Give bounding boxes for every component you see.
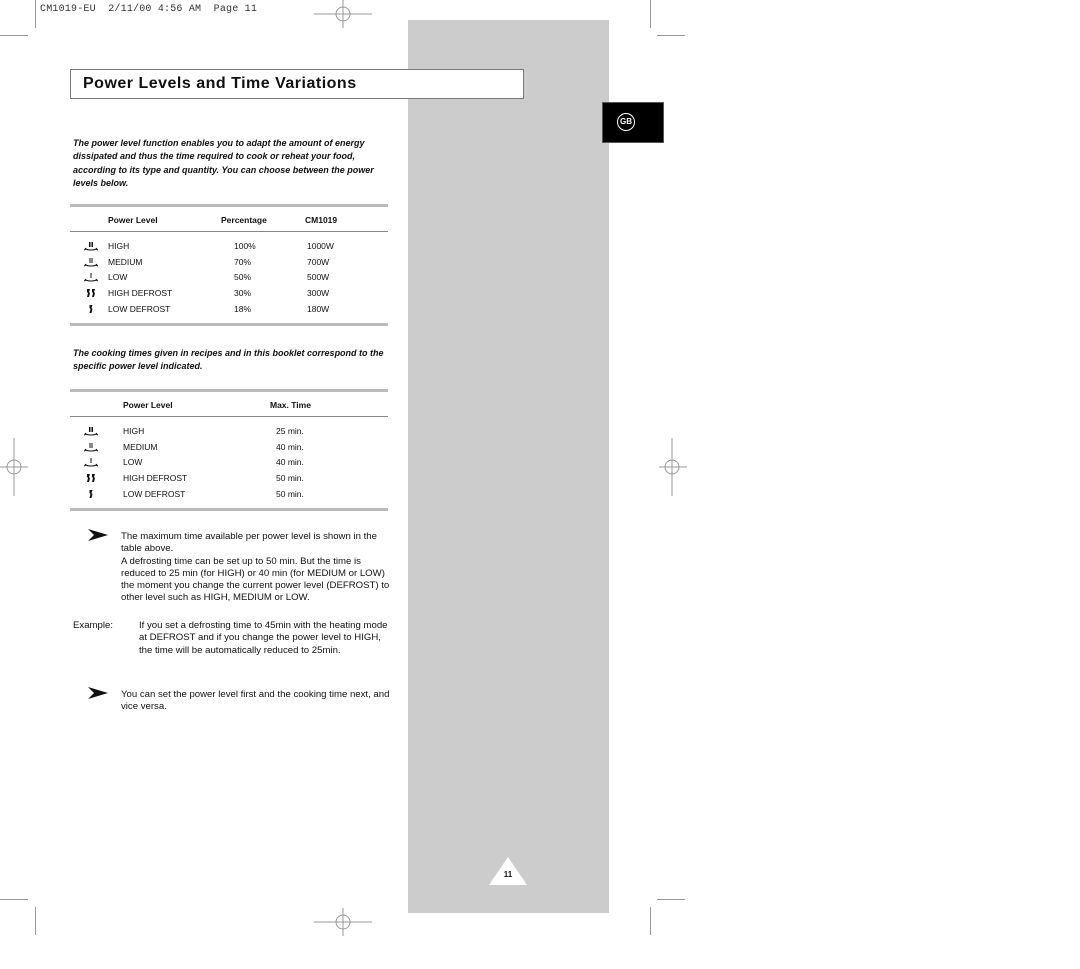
cell-watts: 1000W [307,241,334,251]
cell-max-time: 40 min. [276,457,304,468]
cell-power-level: MEDIUM [123,441,158,452]
crop-mark [650,0,651,28]
page-title: Power Levels and Time Variations [83,75,357,92]
example: Example: If you set a defrosting time to… [73,620,393,657]
table-row: LOW DEFROST 50 min. [70,487,388,503]
power-level-table: Power Level Percentage CM1019 HIGH 100% 10… [70,204,388,327]
high-defrost-icon [87,474,95,483]
cell-power-level: LOW DEFROST [108,303,171,314]
cell-percentage: 100% [234,241,256,251]
cell-power-level: HIGH DEFROST [123,473,188,484]
header-model: CM1019 [305,215,338,225]
cell-max-time: 25 min. [276,426,304,436]
cell-max-time: 50 min. [276,473,304,484]
table-row: LOW 50% 500W [70,270,388,286]
title-box: Power Levels and Time Variations [70,69,524,99]
cell-watts: 180W [307,303,330,314]
power-medium-icon [84,257,98,267]
note-order: You can set the power level first and th… [73,687,393,714]
note-max-time: The maximum time available per power lev… [73,529,393,605]
table-row: MEDIUM 40 min. [70,440,388,456]
registration-mark-icon [314,908,372,936]
cell-power-level: HIGH [123,426,145,436]
note-text: The maximum time available per power lev… [121,531,377,555]
low-defrost-icon [89,304,93,313]
low-defrost-icon [89,489,93,498]
cell-percentage: 30% [234,288,252,299]
cell-power-level: MEDIUM [108,256,143,267]
example-text: If you set a defrosting time to 45min wi… [139,620,388,656]
crop-mark [35,0,36,28]
header-max-time: Max. Time [270,400,311,410]
table-header: Power Level Max. Time [70,392,388,416]
note-text: A defrosting time can be set up to 50 mi… [121,555,390,604]
cooking-times-paragraph: The cooking times given in recipes and i… [73,348,384,372]
table-row: HIGH DEFROST 30% 300W [70,286,388,302]
cell-percentage: 18% [234,303,252,314]
power-medium-icon [84,442,98,452]
crop-mark [657,899,685,900]
table-rule [70,323,388,327]
note-text: You can set the power level first and th… [121,689,390,713]
table-row: HIGH DEFROST 50 min. [70,471,388,487]
cell-percentage: 70% [234,256,252,267]
table-row: MEDIUM 70% 700W [70,255,388,271]
arrow-pointer-icon [88,687,108,699]
table-row: LOW DEFROST 18% 180W [70,302,388,318]
cell-max-time: 40 min. [276,441,304,452]
power-low-icon [84,458,98,467]
registration-mark-icon [314,0,372,28]
cell-power-level: LOW [108,272,128,283]
table-header: Power Level Percentage CM1019 [70,207,388,231]
language-badge: GB [602,102,664,143]
cell-watts: 500W [307,272,330,283]
power-high-icon [84,242,98,251]
table-row: LOW 40 min. [70,455,388,471]
power-high-icon [84,427,98,436]
cell-max-time: 50 min. [276,488,304,499]
power-low-icon [84,273,98,282]
header-power-level: Power Level [123,400,173,410]
registration-mark-icon [659,438,687,496]
cell-watts: 300W [307,288,330,299]
arrow-pointer-icon [88,529,108,541]
crop-mark [650,907,651,935]
high-defrost-icon [87,289,95,298]
cell-power-level: HIGH DEFROST [108,288,173,299]
table-row: HIGH 25 min. [70,424,388,440]
table-rule [70,508,388,512]
cell-power-level: LOW DEFROST [123,488,186,499]
max-time-table: Power Level Max. Time HIGH 25 min. MEDIUM 4… [70,389,388,512]
registration-mark-icon [0,438,28,496]
cell-power-level: LOW [123,457,143,468]
example-label: Example: [73,620,113,631]
header-percentage: Percentage [221,215,267,225]
cell-power-level: HIGH [108,241,130,251]
cell-percentage: 50% [234,272,252,283]
table-row: HIGH 100% 1000W [70,239,388,255]
intro-paragraph: The power level function enables you to … [73,138,374,188]
side-band [408,20,609,913]
page-number: 11 [503,870,513,879]
crop-mark [657,35,685,36]
crop-mark [35,907,36,935]
header-power-level: Power Level [108,215,158,225]
language-code: GB [617,113,635,131]
crop-mark [0,35,28,36]
crop-mark [0,899,28,900]
print-header: CM1019-EU 2/11/00 4:56 AM Page 11 [40,4,258,15]
cell-watts: 700W [307,256,330,267]
